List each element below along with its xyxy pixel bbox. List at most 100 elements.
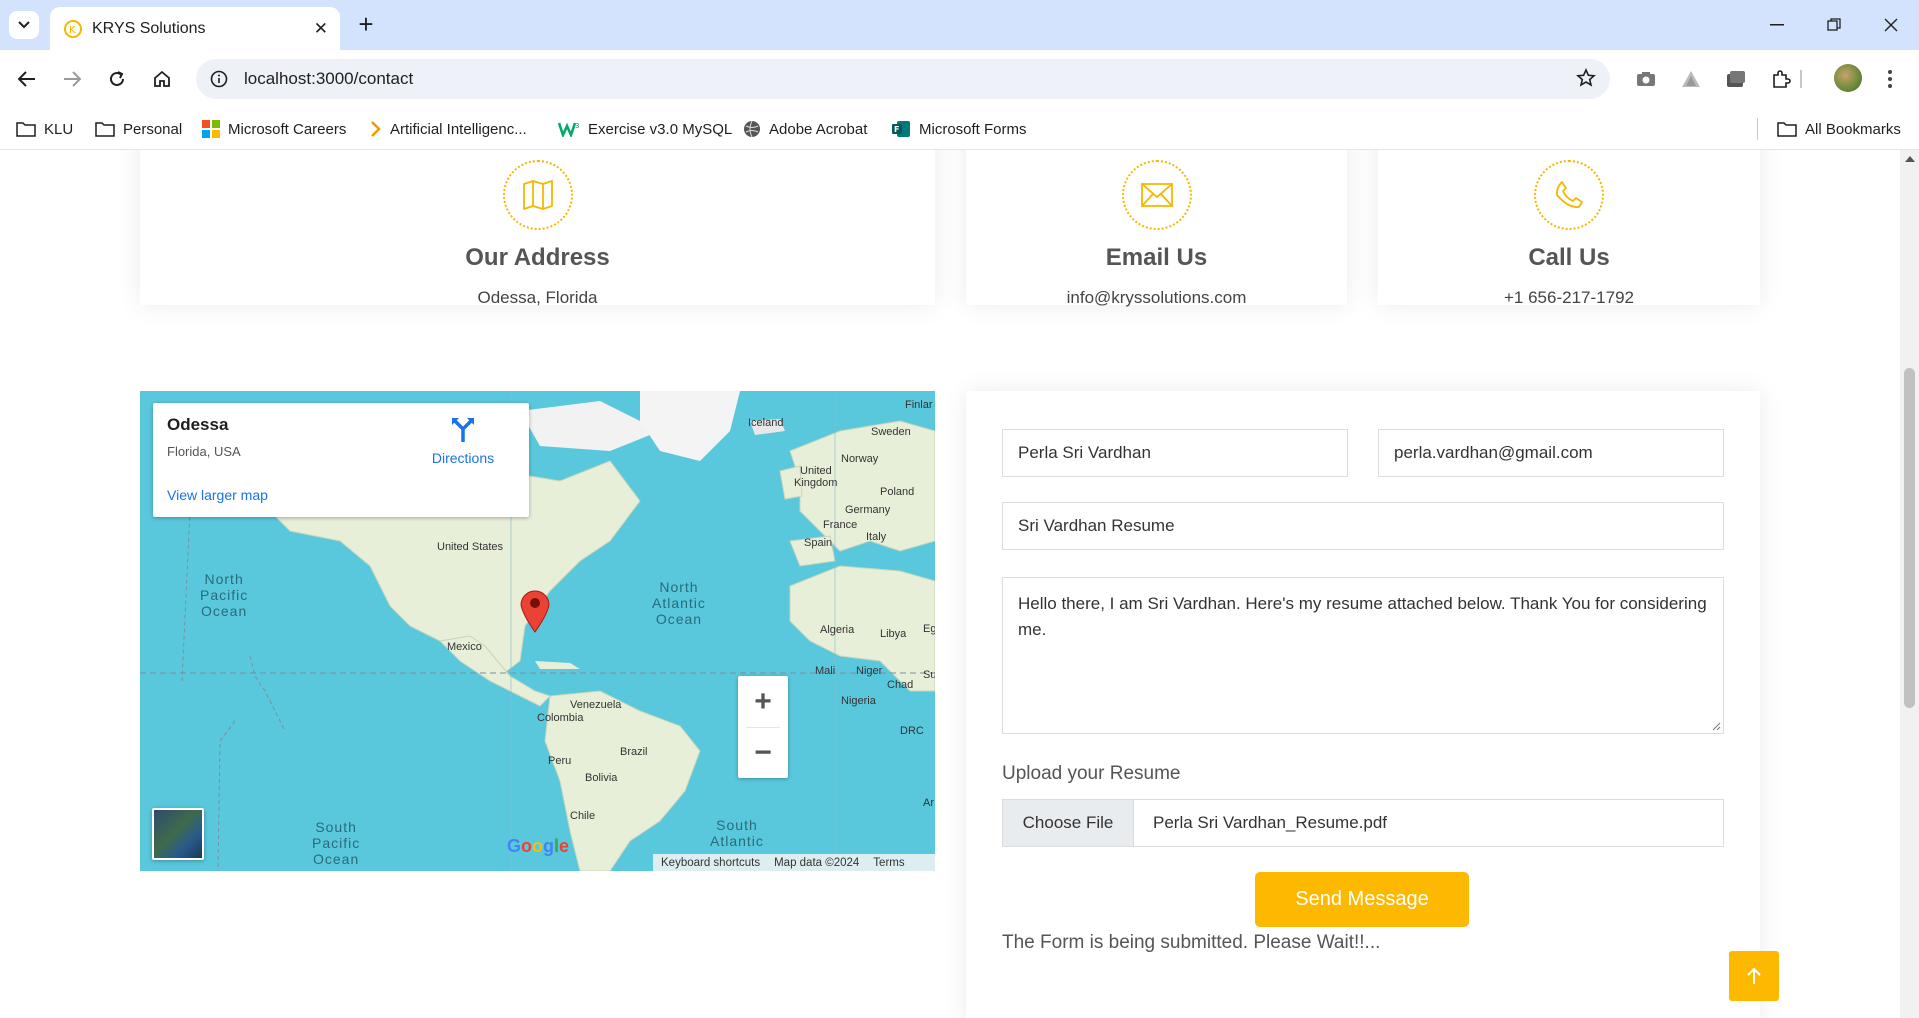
microsoft-logo-icon	[202, 120, 220, 138]
email-field[interactable]: perla.vardhan@gmail.com	[1378, 429, 1724, 477]
ocean-label-south-pacific: South Pacific Ocean	[312, 819, 361, 867]
view-larger-map-link[interactable]: View larger map	[167, 487, 268, 503]
camera-extension-icon[interactable]	[1632, 65, 1660, 93]
map-label: United States	[437, 541, 504, 553]
all-bookmarks[interactable]: All Bookmarks	[1777, 116, 1901, 142]
back-to-top-button[interactable]	[1729, 951, 1779, 1001]
map-label: Ar	[923, 797, 934, 809]
folder-icon	[16, 121, 36, 137]
envelope-icon	[1140, 183, 1173, 207]
phone-icon	[1555, 181, 1583, 208]
bookmark-item[interactable]: 3 Exercise v3.0 MySQL	[558, 116, 732, 142]
minimize-icon[interactable]	[1762, 10, 1792, 40]
bookmark-label: Microsoft Forms	[919, 120, 1027, 138]
close-window-icon[interactable]	[1876, 10, 1906, 40]
chevron-bookmark-icon	[370, 120, 382, 138]
resize-grip-icon[interactable]	[1711, 721, 1721, 731]
resume-file-input[interactable]: Choose File Perla Sri Vardhan_Resume.pdf	[1002, 799, 1724, 847]
send-message-button[interactable]: Send Message	[1255, 872, 1469, 927]
name-field[interactable]: Perla Sri Vardhan	[1002, 429, 1348, 477]
extension-triangle-icon[interactable]	[1677, 65, 1705, 93]
address-title: Our Address	[465, 244, 610, 271]
message-text: Hello there, I am Sri Vardhan. Here's my…	[1018, 594, 1707, 639]
ocean-label-south-atlantic: South Atlantic	[710, 817, 764, 849]
tab-close-icon[interactable]: ✕	[314, 19, 328, 39]
tab-search-button[interactable]	[9, 11, 39, 39]
bookmark-item[interactable]: Microsoft Careers	[202, 116, 346, 142]
zoom-in-button[interactable]: +	[738, 676, 788, 727]
selected-file-name: Perla Sri Vardhan_Resume.pdf	[1153, 813, 1388, 832]
bookmark-item[interactable]: Adobe Acrobat	[743, 116, 867, 142]
terms-link[interactable]: Terms	[873, 857, 904, 869]
bookmark-star-icon[interactable]	[1576, 68, 1596, 93]
map-label: Algeria	[820, 624, 855, 636]
restore-icon[interactable]	[1819, 10, 1849, 40]
svg-text:K: K	[69, 25, 76, 36]
location-pin-icon[interactable]	[519, 587, 551, 633]
directions-label: Directions	[431, 450, 495, 466]
map-label: Libya	[880, 628, 907, 640]
map-label: Chad	[887, 679, 914, 691]
browser-menu-icon[interactable]	[1880, 64, 1900, 94]
bookmark-item[interactable]: Artificial Intelligenc...	[370, 116, 527, 142]
map-label: United	[800, 465, 832, 477]
ocean-label-north-atlantic: North Atlantic Ocean	[652, 579, 706, 627]
map-label: DRC	[900, 725, 924, 737]
address-bar[interactable]: localhost:3000/contact	[196, 59, 1610, 99]
page-viewport: Our Address Odessa, Florida Email Us inf…	[0, 150, 1900, 1018]
globe-icon	[743, 120, 761, 138]
map-data-text: Map data ©2024	[774, 856, 860, 869]
page-scrollbar[interactable]	[1900, 150, 1919, 1018]
keyboard-shortcuts-link[interactable]: Keyboard shortcuts	[661, 857, 760, 869]
map-label: Mali	[815, 665, 836, 677]
browser-toolbar: localhost:3000/contact	[0, 50, 1919, 108]
message-textarea[interactable]: Hello there, I am Sri Vardhan. Here's my…	[1002, 577, 1724, 734]
extensions-puzzle-icon[interactable]	[1767, 65, 1795, 93]
bookmark-label: Adobe Acrobat	[769, 120, 868, 138]
address-card: Our Address Odessa, Florida	[140, 150, 935, 307]
bookmarks-divider	[1757, 118, 1758, 140]
phone-card: Call Us +1 656-217-1792	[1378, 150, 1760, 308]
forward-icon[interactable]	[57, 64, 87, 94]
map-label: Brazil	[620, 746, 648, 758]
krys-favicon-icon: K	[64, 19, 82, 38]
bookmark-item[interactable]: F Microsoft Forms	[891, 116, 1027, 142]
choose-file-button[interactable]: Choose File	[1003, 800, 1134, 846]
email-value[interactable]: info@kryssolutions.com	[966, 288, 1347, 308]
map-label: Eg	[923, 623, 935, 635]
browser-tab[interactable]: K KRYS Solutions ✕	[50, 7, 340, 50]
extension-window-icon[interactable]	[1722, 65, 1750, 93]
subject-field[interactable]: Sri Vardhan Resume	[1002, 502, 1724, 550]
satellite-toggle[interactable]	[152, 808, 204, 860]
profile-avatar[interactable]	[1834, 64, 1862, 92]
google-logo: Google	[507, 836, 570, 856]
map-label: Poland	[880, 486, 915, 498]
arrow-up-icon	[1747, 967, 1761, 984]
bookmark-item[interactable]: Personal	[95, 116, 182, 142]
reload-icon[interactable]	[102, 64, 132, 94]
bookmark-item[interactable]: KLU	[16, 116, 73, 142]
phone-value[interactable]: +1 656-217-1792	[1378, 288, 1760, 308]
contact-form: Perla Sri Vardhan perla.vardhan@gmail.co…	[966, 391, 1760, 1018]
scrollbar-thumb[interactable]	[1904, 368, 1915, 708]
back-icon[interactable]	[12, 64, 42, 94]
map-label: Chile	[570, 810, 596, 822]
map-label: Peru	[548, 755, 572, 767]
map-label: Finlar	[905, 399, 933, 411]
new-tab-button[interactable]: +	[354, 11, 378, 39]
map-zoom-controls: + −	[738, 676, 788, 778]
site-info-icon[interactable]	[208, 68, 230, 90]
bookmark-label: Exercise v3.0 MySQL	[588, 120, 733, 138]
map-attribution: Keyboard shortcuts Map data ©2024 Terms	[653, 854, 935, 871]
directions-button[interactable]: Directions	[423, 417, 503, 466]
url-text: localhost:3000/contact	[244, 69, 414, 88]
bookmark-label: Personal	[123, 120, 183, 138]
scroll-up-arrow[interactable]	[1905, 156, 1915, 162]
map-label: Italy	[866, 531, 887, 543]
google-map[interactable]: Iceland Sweden Finlar Norway United King…	[140, 391, 935, 871]
map-label: Norway	[841, 453, 879, 465]
bookmarks-bar: KLU Personal Microsoft Careers Artificia…	[0, 108, 1919, 150]
upload-label: Upload your Resume	[1002, 763, 1181, 784]
home-icon[interactable]	[147, 64, 177, 94]
zoom-out-button[interactable]: −	[738, 727, 788, 778]
